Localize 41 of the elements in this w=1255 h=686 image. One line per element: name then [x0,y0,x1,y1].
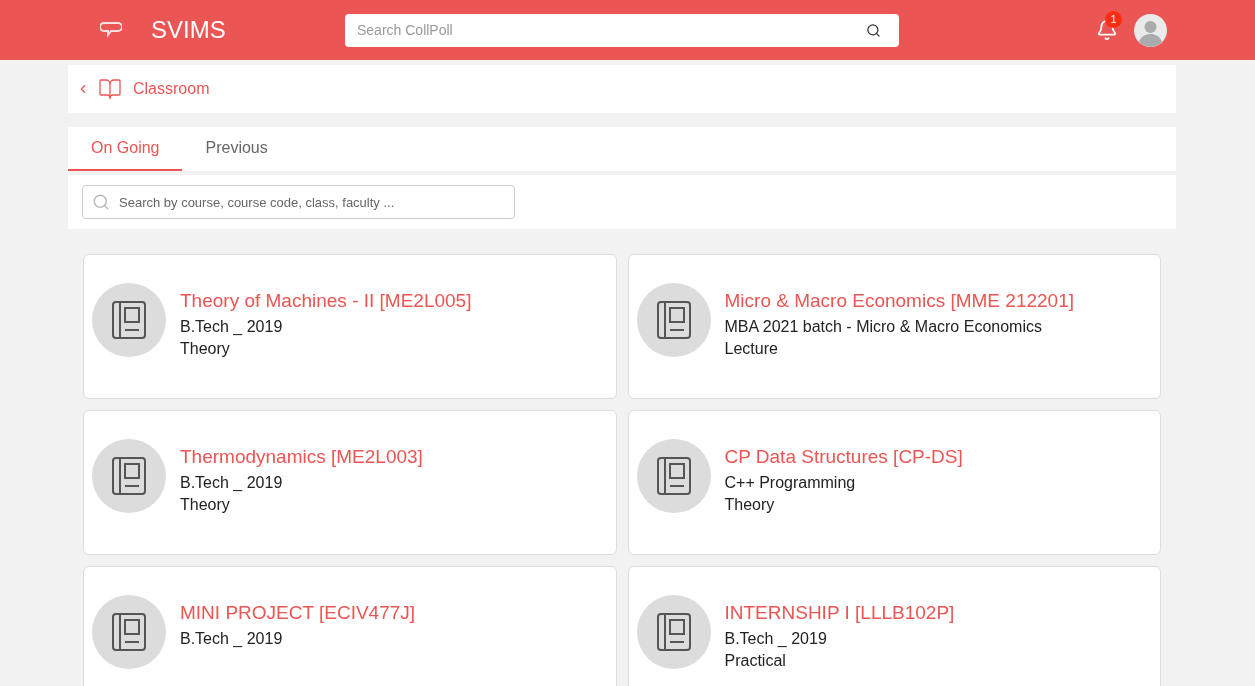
course-title[interactable]: Micro & Macro Economics [MME 212201] [724,289,1074,313]
book-icon [111,300,147,340]
course-title[interactable]: Theory of Machines - II [ME2L005] [180,289,472,313]
course-card[interactable]: Micro & Macro Economics [MME 212201] MBA 2021 batch - Micro & Macro Economics Lecture [627,254,1161,399]
course-detail: B.Tech _ 2019 [724,629,828,649]
book-icon [655,300,692,340]
book-icon [111,612,147,652]
course-detail: Theory [724,495,776,515]
avatar-icon[interactable] [1134,13,1167,47]
course-title[interactable]: CP Data Structures [CP-DS] [724,445,963,469]
course-card[interactable]: CP Data Structures [CP-DS] C++ Programming Theory [627,410,1161,555]
chat-bubble-icon [100,21,122,39]
page-title: Classroom [133,79,210,99]
course-card[interactable]: MINI PROJECT [ECIV477J] B.Tech _ 2019 [83,566,617,686]
tab[interactable]: On Going [68,127,183,171]
search-icon [92,193,110,211]
course-detail: B.Tech _ 2019 [180,473,284,493]
course-search-field[interactable]: Search by course, course code, class, faculty ... [82,185,515,219]
search-field[interactable]: Search CollPoll [345,13,899,47]
course-card[interactable]: Theory of Machines - II [ME2L005] B.Tech _ 2019 Theory [83,254,617,399]
tab[interactable]: Previous [182,127,291,171]
course-detail: B.Tech _ 2019 [180,317,284,337]
course-title[interactable]: INTERNSHIP I [LLLB102P] [724,601,955,625]
course-detail: C++ Programming [724,473,857,493]
book-icon [655,456,692,496]
search-icon[interactable] [866,22,881,38]
notification-badge: 1 [1105,11,1122,28]
course-detail: Lecture [724,339,779,359]
course-detail: Theory [180,339,231,359]
course-detail: MBA 2021 batch - Micro & Macro Economics [724,317,1043,337]
course-card[interactable]: INTERNSHIP I [LLLB102P] B.Tech _ 2019 Practical [627,566,1161,686]
open-book-icon [98,77,122,101]
book-icon [655,612,692,652]
course-title[interactable]: Thermodynamics [ME2L003] [180,445,423,469]
course-detail: B.Tech _ 2019 [180,629,284,649]
course-detail: Practical [724,651,787,671]
course-card[interactable]: Thermodynamics [ME2L003] B.Tech _ 2019 Theory [83,410,617,555]
course-detail: Theory [180,495,231,515]
book-icon [111,456,147,496]
brand-name: SVIMS [151,15,227,45]
course-title[interactable]: MINI PROJECT [ECIV477J] [180,601,416,625]
